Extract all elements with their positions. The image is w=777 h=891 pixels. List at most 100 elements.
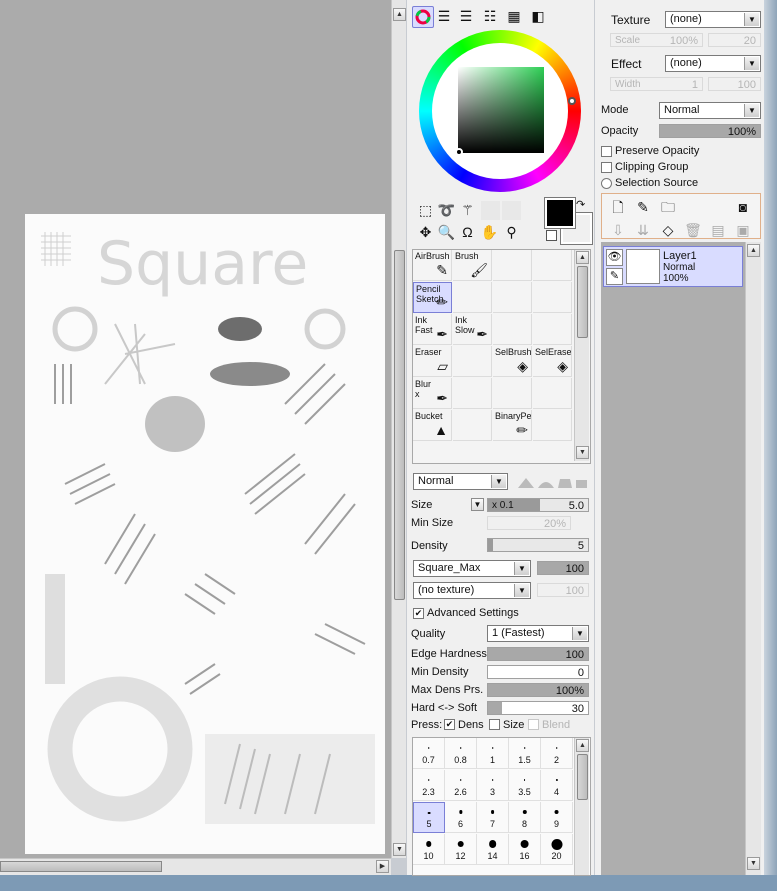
new-linework-layer-icon[interactable]: ✎ — [633, 197, 653, 217]
brush-slot-empty[interactable] — [493, 378, 532, 409]
magic-wand-icon[interactable]: ⚚ — [458, 201, 477, 220]
brush-slot-empty[interactable] — [533, 314, 572, 345]
brush-size-20[interactable]: 20 — [541, 834, 573, 865]
brush-shape-presets[interactable] — [516, 474, 588, 490]
eyedropper-icon[interactable]: ⚲ — [502, 223, 521, 242]
apply-mask-icon[interactable]: ▣ — [733, 220, 753, 240]
brush-size-1[interactable]: 1 — [477, 738, 509, 769]
canvas-hscroll[interactable]: ▶ — [0, 858, 391, 875]
scroll-up-button[interactable]: ▲ — [393, 8, 406, 21]
zoom-icon[interactable]: 🔍 — [437, 223, 456, 242]
min-density-slider[interactable]: 0 — [487, 665, 589, 679]
brush-size-10[interactable]: 10 — [413, 834, 445, 865]
layer-texture-select[interactable]: (none) ▼ — [665, 11, 761, 28]
lasso-icon[interactable]: ➰ — [437, 201, 456, 220]
brush-slot-eraser[interactable]: Eraser ▱ — [413, 346, 452, 377]
brush-slot-selerase[interactable]: SelErase ◈ — [533, 346, 572, 377]
brush-slot-blur-x[interactable]: Blur x ✒ — [413, 378, 452, 409]
brush-shape-select[interactable]: Square_Max ▼ — [413, 560, 531, 577]
brush-slot-empty[interactable] — [533, 282, 572, 313]
layer-visibility-icon[interactable]: 👁 — [606, 249, 623, 266]
clipping-group-checkbox[interactable] — [601, 162, 612, 173]
brush-slot-empty[interactable] — [493, 250, 532, 281]
size-slider[interactable]: x 0.1 5.0 — [487, 498, 589, 512]
layer-opacity-slider[interactable]: 100% — [659, 124, 761, 138]
selection-source-radio[interactable] — [601, 178, 612, 189]
brush-slot-pencil-sketch[interactable]: Pencil Sketch ✏ — [413, 282, 452, 313]
brush-size-16[interactable]: 16 — [509, 834, 541, 865]
brush-size-7[interactable]: 7 — [477, 802, 509, 833]
brush-slot-brush[interactable]: Brush 🖌 — [453, 250, 492, 281]
layer-row[interactable]: 👁 ✎ Layer1 Normal 100% — [603, 246, 743, 287]
advanced-settings-checkbox[interactable]: ✔ — [413, 608, 424, 619]
reset-colors-icon[interactable] — [546, 230, 557, 241]
color-wheel-icon[interactable] — [412, 6, 434, 28]
brush-slot-empty[interactable] — [453, 378, 492, 409]
canvas-vscroll-thumb[interactable] — [394, 250, 405, 600]
brush-size-0.8[interactable]: 0.8 — [445, 738, 477, 769]
brush-slot-empty[interactable] — [453, 282, 492, 313]
brush-slot-empty[interactable] — [453, 346, 492, 377]
brush-slot-ink-fast[interactable]: Ink Fast ✒ — [413, 314, 452, 345]
effect-width-value[interactable]: 100 — [708, 77, 761, 91]
texture-scale-slider[interactable]: Scale 100% — [610, 33, 703, 47]
texture-scale-value[interactable]: 20 — [708, 33, 761, 47]
brush-size-2.6[interactable]: 2.6 — [445, 770, 477, 801]
effect-width-slider[interactable]: Width 1 — [610, 77, 703, 91]
select-rect-icon[interactable]: ⬚ — [416, 201, 435, 220]
brush-texture-strength[interactable]: 100 — [537, 583, 589, 597]
brush-size-1.5[interactable]: 1.5 — [509, 738, 541, 769]
layer-edit-icon[interactable]: ✎ — [606, 268, 623, 285]
grid-icon[interactable]: ▦ — [504, 6, 524, 26]
brush-texture-select[interactable]: (no texture) ▼ — [413, 582, 531, 599]
brush-slot-airbrush[interactable]: AirBrush ✎ — [413, 250, 452, 281]
brush-shape-strength[interactable]: 100 — [537, 561, 589, 575]
brush-size-8[interactable]: 8 — [509, 802, 541, 833]
brush-slot-empty[interactable] — [493, 314, 532, 345]
layer-effect-select[interactable]: (none) ▼ — [665, 55, 761, 72]
scroll-right-button[interactable]: ▶ — [376, 860, 389, 873]
brush-slot-empty[interactable] — [453, 410, 492, 441]
hard-soft-slider[interactable]: 30 — [487, 701, 589, 715]
edge-hardness-slider[interactable]: 100 — [487, 647, 589, 661]
color-swatch-icon[interactable]: ☷ — [480, 6, 500, 26]
press-blend-checkbox[interactable] — [528, 719, 539, 730]
brush-size-0.7[interactable]: 0.7 — [413, 738, 445, 769]
brush-slot-bucket[interactable]: Bucket ▲ — [413, 410, 452, 441]
quality-select[interactable]: 1 (Fastest) ▼ — [487, 625, 589, 642]
press-size-checkbox[interactable] — [489, 719, 500, 730]
brush-slot-empty[interactable] — [533, 250, 572, 281]
transfer-down-icon[interactable]: ⇩ — [608, 220, 628, 240]
layer-props-icon[interactable]: ▤ — [708, 220, 728, 240]
brush-size-5[interactable]: 5 — [413, 802, 445, 833]
brush-size-14[interactable]: 14 — [477, 834, 509, 865]
min-size-slider[interactable]: 20% — [487, 516, 571, 530]
merge-down-icon[interactable]: ⇊ — [633, 220, 653, 240]
brush-size-6[interactable]: 6 — [445, 802, 477, 833]
clear-layer-icon[interactable]: ◇ — [658, 220, 678, 240]
color-marker[interactable] — [455, 148, 463, 156]
brush-slot-binarype[interactable]: BinaryPe ✏ — [493, 410, 532, 441]
hue-marker[interactable] — [568, 97, 576, 105]
drawing-canvas[interactable]: Square — [25, 214, 385, 854]
scroll-down-button[interactable]: ▼ — [393, 843, 406, 856]
canvas-vscroll[interactable]: ▲ ▼ — [391, 0, 406, 858]
density-slider[interactable]: 5 — [487, 538, 589, 552]
layer-mode-select[interactable]: Normal ▼ — [659, 102, 761, 119]
brush-slot-empty[interactable] — [493, 282, 532, 313]
brush-size-3[interactable]: 3 — [477, 770, 509, 801]
max-dens-slider[interactable]: 100% — [487, 683, 589, 697]
new-mask-icon[interactable]: ◙ — [733, 197, 753, 217]
canvas-hscroll-thumb[interactable] — [0, 861, 162, 872]
brush-size-9[interactable]: 9 — [541, 802, 573, 833]
brush-slot-selbrush[interactable]: SelBrush ◈ — [493, 346, 532, 377]
brush-slot-ink-slow[interactable]: Ink Slow ✒ — [453, 314, 492, 345]
swap-colors-icon[interactable]: ↷ — [576, 198, 585, 211]
color-square[interactable] — [458, 67, 544, 153]
delete-layer-icon[interactable]: 🗑 — [683, 220, 703, 240]
preserve-opacity-checkbox[interactable] — [601, 146, 612, 157]
hand-icon[interactable]: ✋ — [480, 223, 499, 242]
brush-blend-mode-select[interactable]: Normal ▼ — [413, 473, 508, 490]
move-icon[interactable]: ✥ — [416, 223, 435, 242]
layer-list-vscroll[interactable]: ▲ ▼ — [745, 242, 761, 875]
